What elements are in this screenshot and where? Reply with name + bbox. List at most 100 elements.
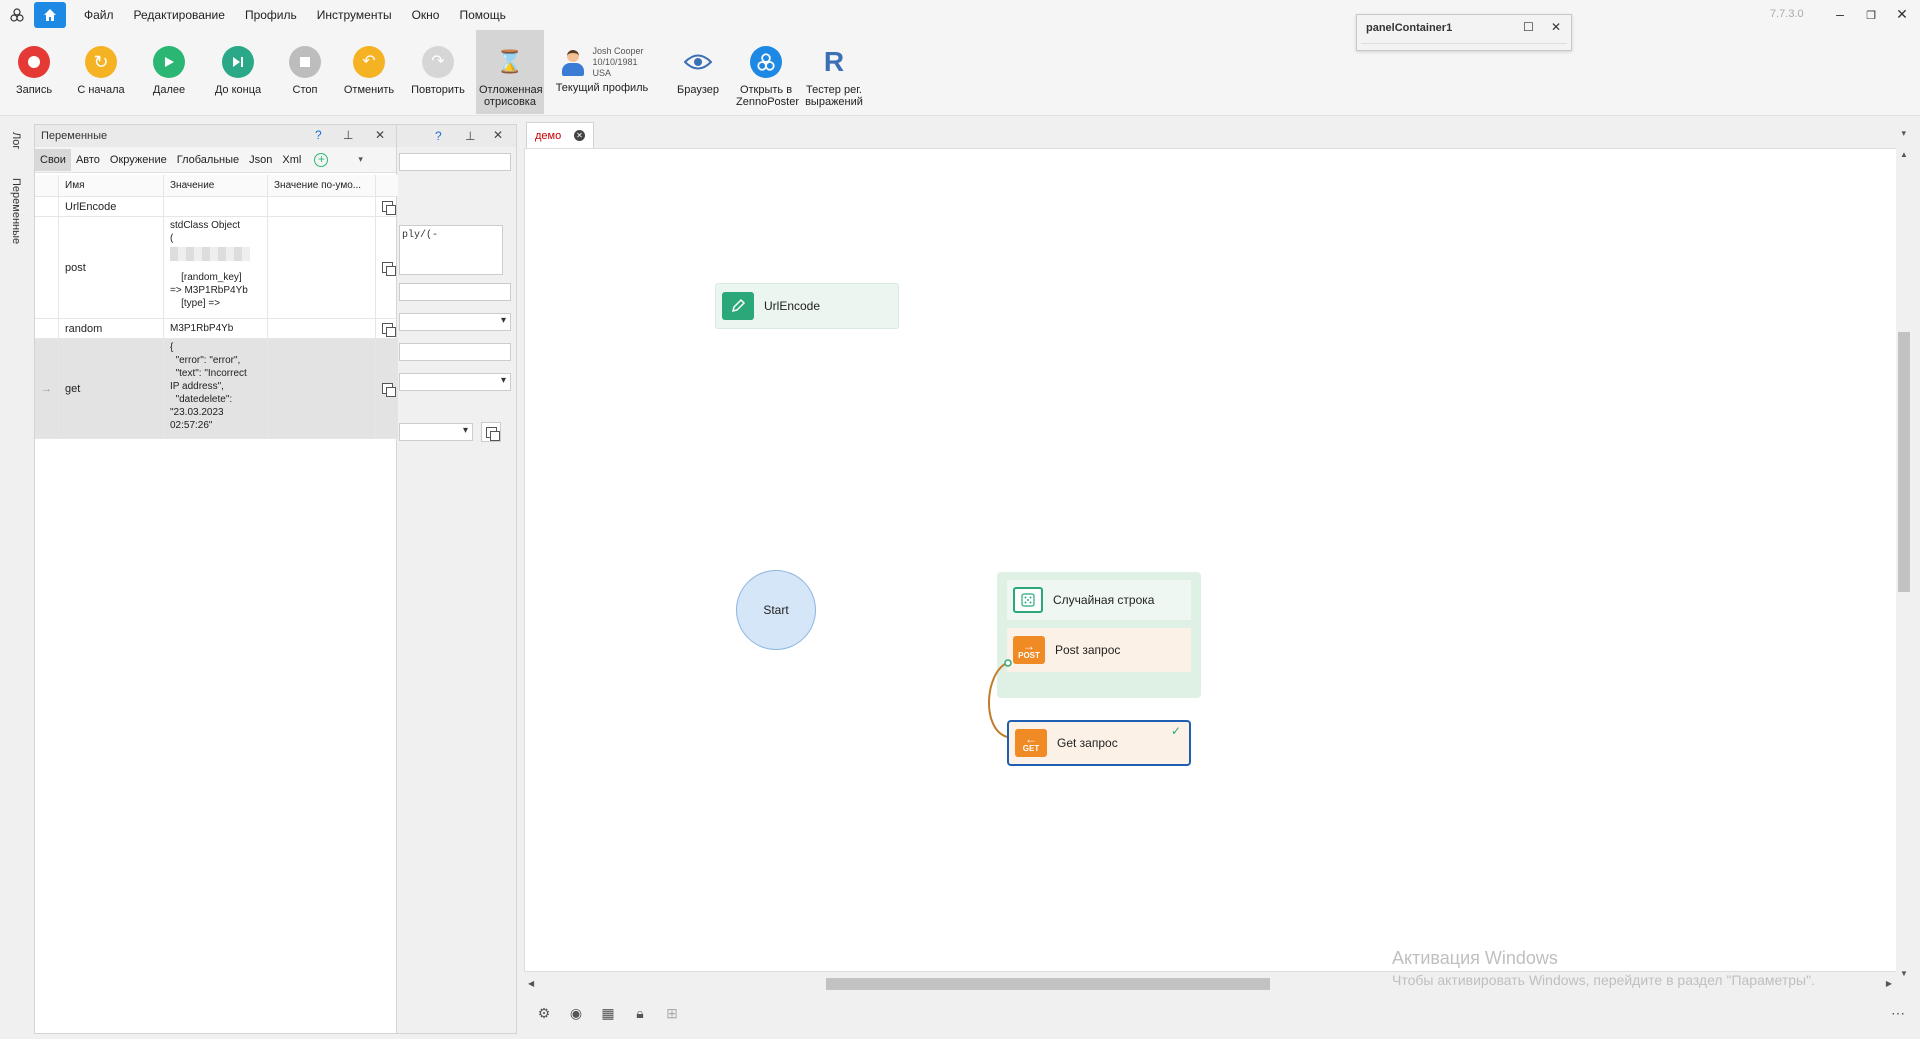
scroll-right-icon[interactable]: ▶ — [1886, 979, 1892, 988]
version-label: 7.7.3.0 — [1770, 8, 1804, 20]
copy-button[interactable] — [376, 217, 398, 318]
close-icon[interactable]: ✕ — [493, 128, 503, 142]
column-name[interactable]: Имя — [59, 175, 164, 196]
project-canvas[interactable]: UrlEncode Start Случайная строка → POST P… — [524, 148, 1904, 972]
table-row[interactable]: UrlEncode — [35, 197, 398, 217]
help-icon[interactable]: ? — [435, 129, 442, 143]
scroll-left-icon[interactable]: ◀ — [528, 979, 534, 988]
tab-environment[interactable]: Окружение — [105, 149, 172, 171]
maximize-icon[interactable]: ☐ — [1523, 20, 1534, 34]
variables-table: Имя Значение Значение по-умо... UrlEncod… — [35, 175, 398, 439]
undo-icon: ↶ — [353, 46, 385, 78]
floating-panel-container[interactable]: panelContainer1 ☐ ✕ — [1356, 14, 1572, 51]
open-in-label: Открыть в ZennoPoster — [736, 84, 799, 108]
current-profile-button[interactable]: Josh Cooper 10/10/1981 USA Текущий профи… — [552, 30, 652, 114]
close-tab-icon[interactable]: ✕ — [574, 130, 585, 141]
text-field[interactable] — [399, 283, 511, 301]
tab-auto[interactable]: Авто — [71, 149, 105, 171]
regex-tester-button[interactable]: R Тестер рег. выражений — [802, 30, 866, 114]
dropdown-1[interactable] — [399, 313, 511, 331]
help-icon[interactable]: ? — [315, 128, 322, 142]
add-frame-icon[interactable]: ⊞ — [660, 1001, 684, 1025]
menu-tools[interactable]: Инструменты — [307, 8, 402, 22]
windows-activation-title: Активация Windows — [1392, 948, 1558, 968]
home-button[interactable] — [34, 2, 66, 28]
more-icon[interactable]: ⋯ — [1886, 1001, 1910, 1025]
variable-name: get — [59, 339, 164, 438]
vertical-scroll-thumb[interactable] — [1898, 332, 1910, 592]
text-field-2[interactable] — [399, 343, 511, 361]
table-row[interactable]: post stdClass Object ( [random_key] => M… — [35, 217, 398, 319]
menu-file[interactable]: Файл — [74, 8, 124, 22]
code-field[interactable]: ply/(- — [399, 225, 503, 275]
node-start-label: Start — [763, 603, 789, 617]
tab-global[interactable]: Глобальные — [172, 149, 244, 171]
variable-value: { "error": "error", "text": "Incorrect I… — [164, 339, 268, 438]
node-start[interactable]: Start — [736, 570, 816, 650]
tab-variables[interactable]: Переменные — [10, 178, 22, 244]
dropdown-3[interactable] — [399, 423, 473, 441]
pin-icon[interactable]: ⊥ — [465, 129, 475, 143]
redo-button[interactable]: ↷ Повторить — [410, 30, 466, 114]
vertical-scrollbar[interactable]: ▲ ▼ — [1896, 148, 1912, 980]
table-row[interactable]: random M3P1RbP4Yb — [35, 319, 398, 339]
minimize-icon[interactable]: – — [1830, 6, 1850, 22]
tab-json[interactable]: Json — [244, 149, 277, 171]
tab-log[interactable]: Лог — [10, 132, 22, 149]
from-start-button[interactable]: ↻ С начала — [70, 30, 132, 114]
undo-button[interactable]: ↶ Отменить — [342, 30, 396, 114]
scroll-down-icon[interactable]: ▼ — [1900, 969, 1908, 978]
user-circle-icon[interactable]: ◉ — [564, 1001, 588, 1025]
horizontal-scroll-thumb[interactable] — [826, 978, 1270, 990]
variable-name: random — [59, 319, 164, 338]
column-default[interactable]: Значение по-умо... — [268, 175, 376, 196]
variables-panel: Переменные ? ⊥ ✕ Свои Авто Окружение Гло… — [34, 124, 398, 1034]
node-random-string[interactable]: Случайная строка — [1007, 580, 1191, 620]
menu-edit[interactable]: Редактирование — [124, 8, 235, 22]
menu-window[interactable]: Окно — [402, 8, 450, 22]
copy-button[interactable] — [376, 319, 398, 338]
node-urlencode[interactable]: UrlEncode — [715, 283, 899, 329]
deferred-render-button[interactable]: ⌛ Отложенная отрисовка — [476, 30, 544, 114]
copy-button[interactable] — [376, 339, 398, 438]
copy-icon — [485, 426, 500, 441]
variable-name: UrlEncode — [59, 197, 164, 216]
copy-icon — [381, 383, 396, 397]
tab-xml[interactable]: Xml — [277, 149, 306, 171]
browser-button[interactable]: Браузер — [670, 30, 726, 114]
copy-button[interactable] — [376, 197, 398, 216]
pin-icon[interactable]: ⊥ — [343, 128, 353, 142]
settings-gear-icon[interactable]: ⚙ — [532, 1001, 556, 1025]
add-variable-icon[interactable]: + — [314, 152, 329, 167]
variables-panel-title: Переменные — [41, 130, 108, 142]
open-in-zennoposter-button[interactable]: Открыть в ZennoPoster — [734, 30, 799, 114]
close-icon[interactable]: ✕ — [1892, 6, 1912, 23]
restore-icon[interactable]: ❐ — [1861, 9, 1881, 22]
menu-profile[interactable]: Профиль — [235, 8, 307, 22]
lock-icon[interactable]: 🔒︎ — [628, 1001, 652, 1025]
grid-icon[interactable]: ▦ — [596, 1001, 620, 1025]
tab-demo[interactable]: демо ✕ — [526, 122, 594, 148]
pencil-icon — [722, 292, 754, 320]
app-logo-icon[interactable] — [0, 0, 34, 30]
search-field[interactable] — [399, 153, 511, 171]
chevron-down-icon[interactable]: ▾ — [358, 154, 363, 165]
dropdown-2[interactable] — [399, 373, 511, 391]
menu-help[interactable]: Помощь — [449, 8, 515, 22]
chevron-down-icon[interactable]: ▾ — [1901, 128, 1906, 139]
arrow-right-icon: → — [35, 339, 59, 438]
close-icon[interactable]: ✕ — [1551, 20, 1561, 34]
toolbar: Запись ↻ С начала Далее До конца Стоп ↶ … — [0, 30, 1920, 116]
close-icon[interactable]: ✕ — [375, 128, 385, 142]
next-button[interactable]: Далее — [144, 30, 194, 114]
table-row-selected[interactable]: → get { "error": "error", "text": "Incor… — [35, 339, 398, 439]
stop-button[interactable]: Стоп — [282, 30, 328, 114]
scroll-up-icon[interactable]: ▲ — [1900, 150, 1908, 159]
next-label: Далее — [152, 84, 186, 96]
node-get-request[interactable]: ← GET Get запрос ✓ — [1007, 720, 1191, 766]
to-end-button[interactable]: До конца — [208, 30, 268, 114]
copy-button[interactable] — [481, 422, 501, 442]
record-button[interactable]: Запись — [10, 30, 58, 114]
tab-own[interactable]: Свои — [35, 148, 71, 171]
column-value[interactable]: Значение — [164, 175, 268, 196]
